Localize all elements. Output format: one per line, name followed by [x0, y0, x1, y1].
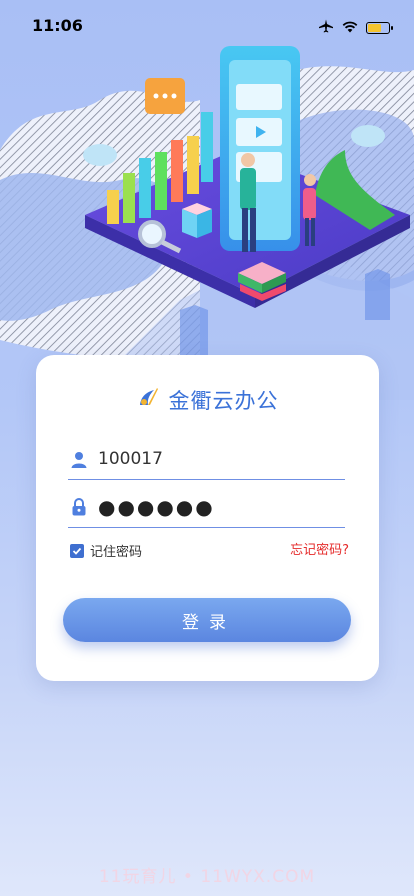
lock-icon	[68, 498, 90, 516]
checkbox-icon[interactable]	[70, 543, 84, 558]
brand-logo-icon	[137, 386, 161, 414]
username-input[interactable]	[98, 449, 345, 469]
brand-title: 金衢云办公	[168, 389, 279, 413]
remember-password-label: 记住密码	[90, 545, 143, 560]
hero-illustration	[0, 46, 414, 400]
login-button[interactable]: 登录	[63, 598, 351, 642]
airplane-icon	[318, 18, 334, 37]
battery-level	[368, 23, 382, 32]
password-field[interactable]: ●●●●●●	[68, 487, 345, 528]
battery-icon	[366, 21, 393, 34]
watermark-text: 11玩育儿 • 11WYX.COM	[98, 867, 316, 887]
password-input[interactable]: ●●●●●●	[98, 495, 215, 519]
brand-header: 金衢云办公	[36, 385, 379, 415]
remember-password-toggle[interactable]: 记住密码	[70, 541, 142, 560]
status-time: 11:06	[32, 16, 83, 35]
user-icon	[68, 451, 90, 468]
forgot-password-link[interactable]: 忘记密码?	[290, 539, 349, 558]
login-card: 金衢云办公 ●●●●●● 记住密码 忘记密码? 登录	[36, 355, 379, 681]
wifi-icon	[342, 18, 358, 37]
status-icons	[318, 18, 393, 37]
username-field	[68, 439, 345, 480]
